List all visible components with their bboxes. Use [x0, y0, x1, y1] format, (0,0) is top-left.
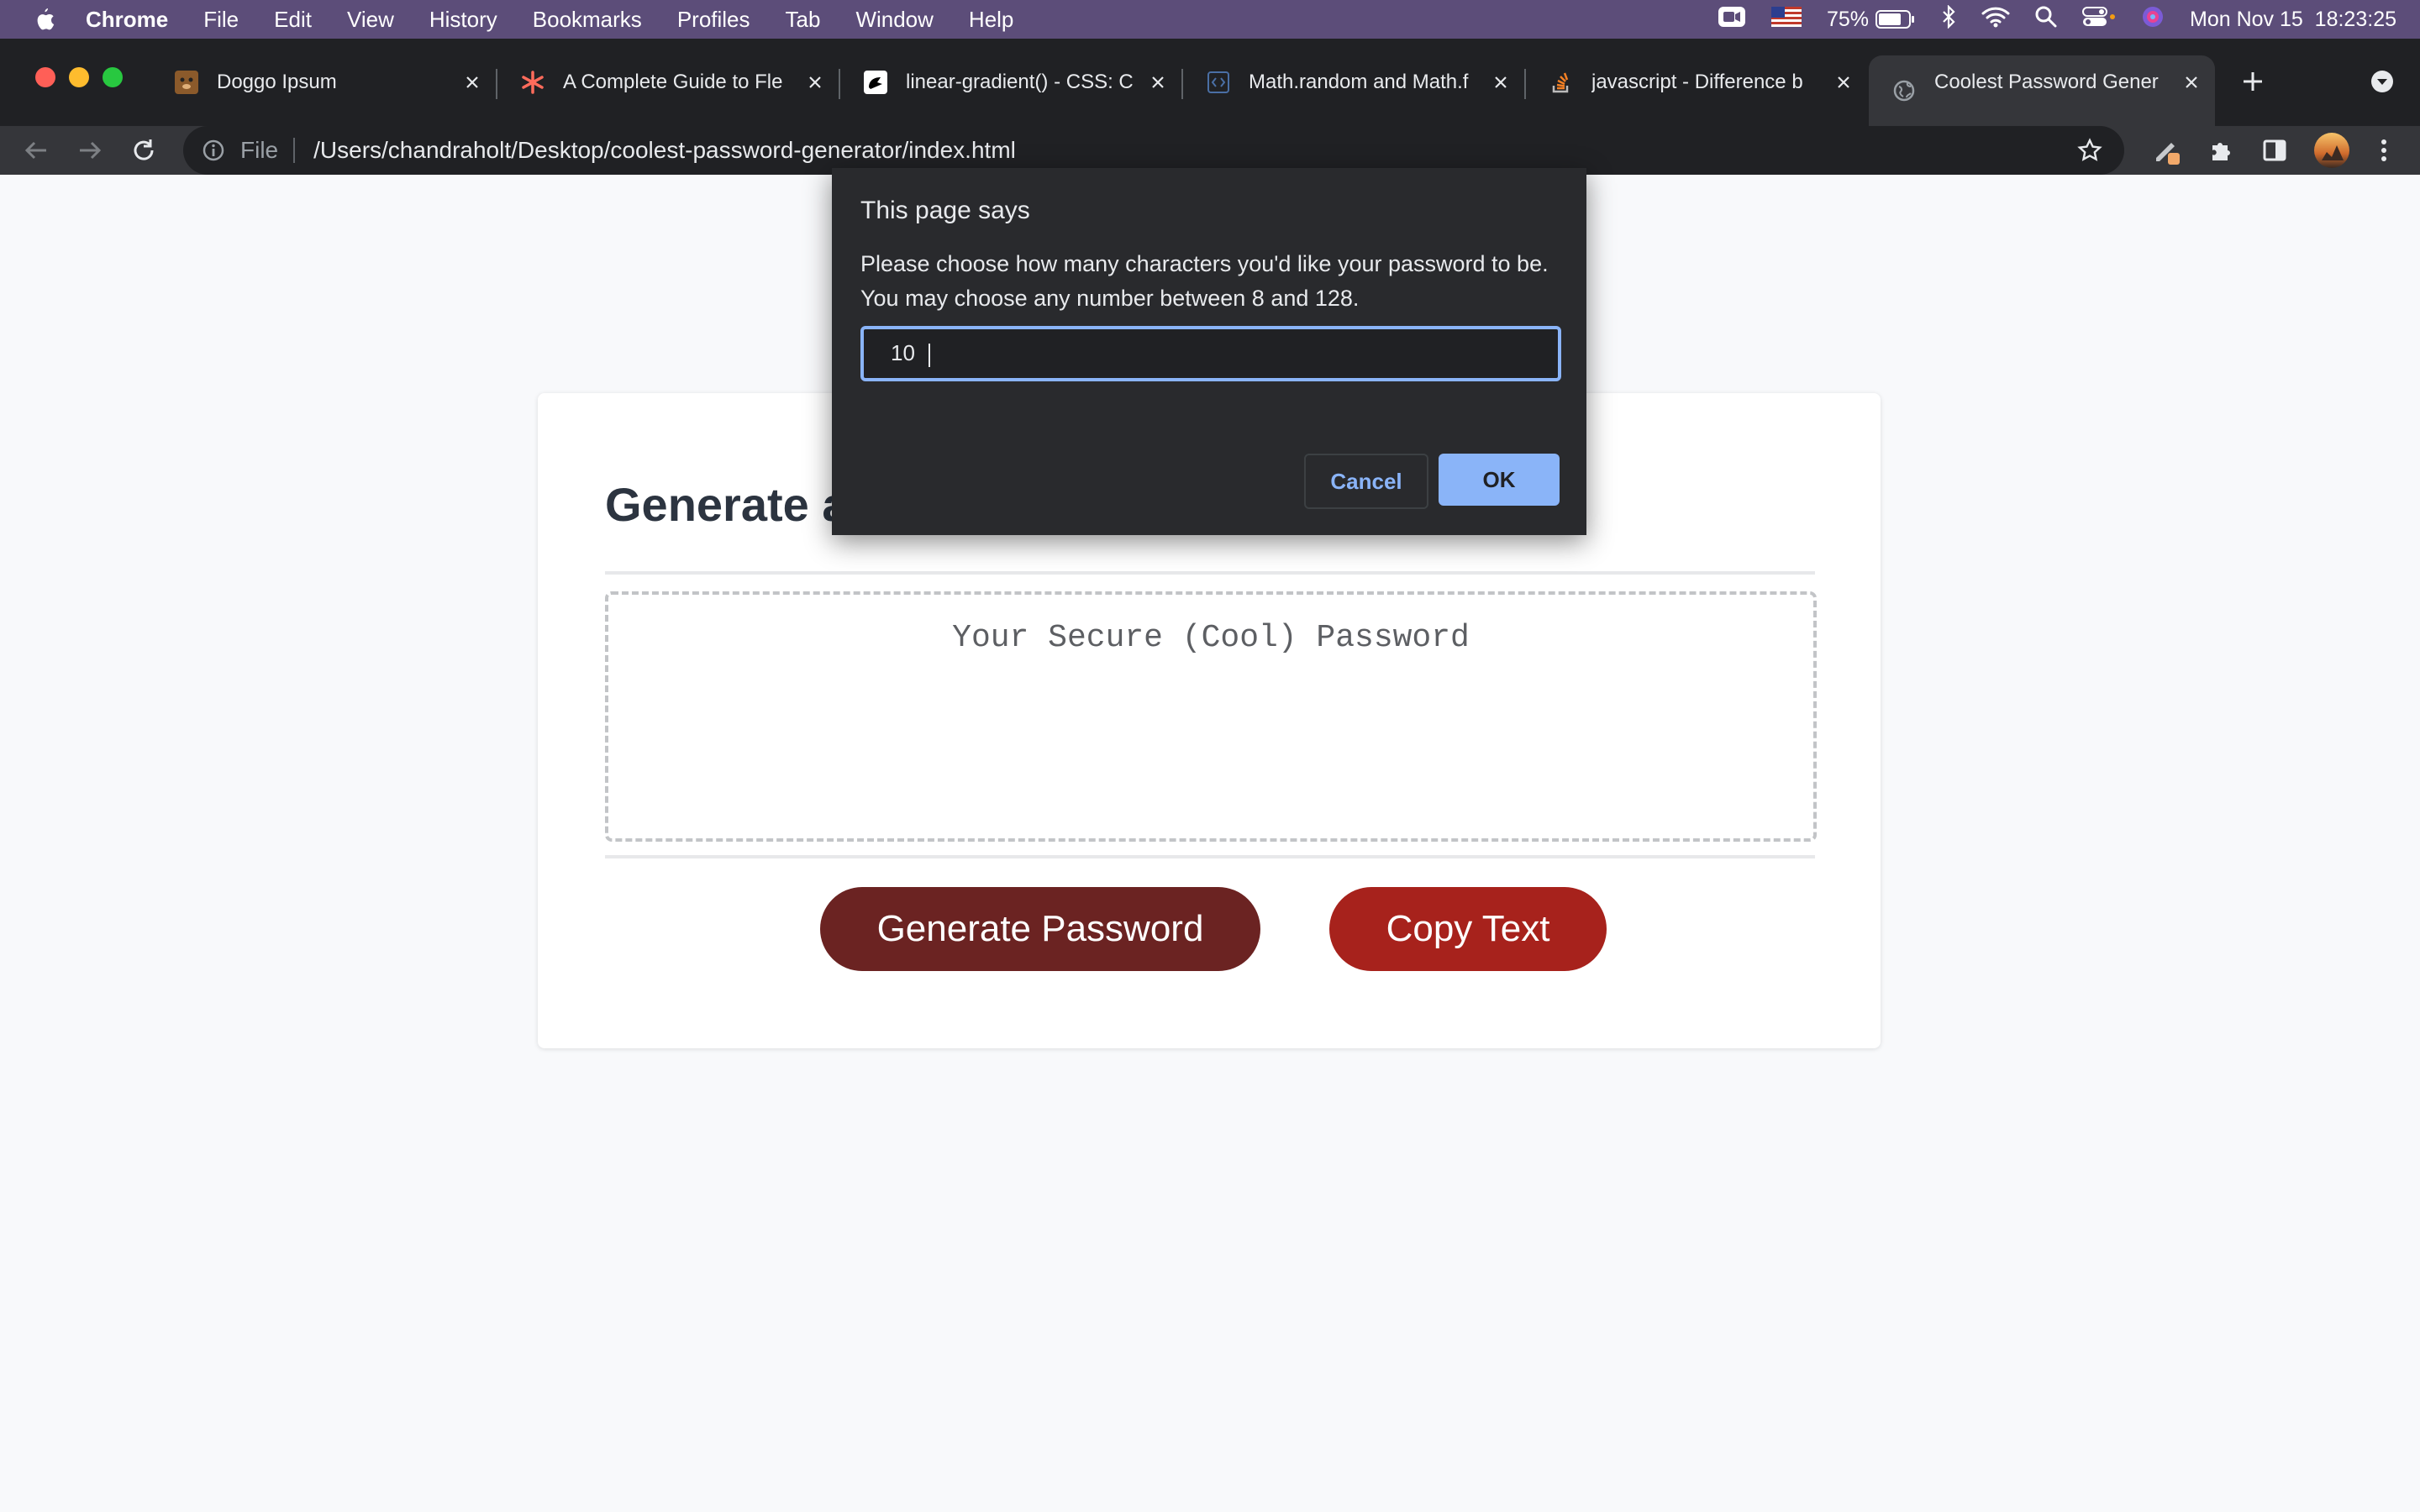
footer-divider: [605, 855, 1815, 858]
globe-favicon-icon: [1892, 79, 1916, 102]
tab-stackoverflow[interactable]: javascript - Difference b: [1526, 55, 1867, 109]
bluetooth-icon[interactable]: [1941, 3, 1956, 34]
close-tab-icon[interactable]: [2180, 71, 2203, 94]
dog-favicon-icon: [175, 71, 198, 94]
menu-history[interactable]: History: [429, 7, 497, 33]
code-favicon-icon: [1207, 71, 1230, 94]
back-icon[interactable]: [22, 136, 50, 165]
macos-menubar: Chrome File Edit View History Bookmarks …: [0, 0, 2420, 39]
wifi-icon[interactable]: [1981, 6, 2010, 34]
password-placeholder: Your Secure (Cool) Password: [952, 620, 1470, 656]
menu-edit[interactable]: Edit: [274, 7, 312, 33]
menu-file[interactable]: File: [203, 7, 239, 33]
profile-avatar[interactable]: [2312, 131, 2351, 170]
battery-percent: 75%: [1826, 7, 1869, 31]
menu-window[interactable]: Window: [855, 7, 933, 33]
chrome-menu-icon[interactable]: [2370, 136, 2398, 165]
menu-bookmarks[interactable]: Bookmarks: [533, 7, 642, 33]
tab-title: javascript - Difference b: [1591, 71, 1803, 93]
text-caret: [928, 343, 930, 367]
tab-title: Doggo Ipsum: [217, 71, 337, 93]
zoom-icon[interactable]: [1718, 5, 1746, 34]
dialog-title: This page says: [860, 197, 1030, 224]
dialog-input-field[interactable]: 10: [860, 326, 1561, 381]
dialog-input-value: 10: [891, 340, 915, 366]
clock[interactable]: Mon Nov 15 18:23:25: [2190, 8, 2396, 32]
menu-help[interactable]: Help: [969, 7, 1013, 33]
battery-icon: [1876, 10, 1914, 29]
copy-text-button[interactable]: Copy Text: [1329, 887, 1607, 971]
site-info-icon[interactable]: [202, 138, 227, 163]
stackoverflow-favicon-icon: [1549, 71, 1573, 94]
close-tab-icon[interactable]: [1146, 71, 1170, 94]
cancel-button[interactable]: Cancel: [1304, 454, 1428, 509]
prompt-dialog: This page says Please choose how many ch…: [832, 168, 1586, 535]
menu-chrome[interactable]: Chrome: [86, 7, 168, 33]
header-divider: [605, 571, 1815, 575]
tab-linear-gradient-mdn[interactable]: linear-gradient() - CSS: C: [840, 55, 1183, 109]
tab-title: A Complete Guide to Fle: [563, 71, 783, 93]
tab-title: Coolest Password Gener: [1934, 71, 2159, 93]
menu-profiles[interactable]: Profiles: [677, 7, 750, 33]
dialog-message: Please choose how many characters you'd …: [860, 251, 1549, 311]
url-text[interactable]: /Users/chandraholt/Desktop/coolest-passw…: [313, 137, 1016, 164]
tab-flexbox-guide[interactable]: A Complete Guide to Fle: [497, 55, 840, 109]
tab-title: linear-gradient() - CSS: C: [906, 71, 1134, 93]
ok-button[interactable]: OK: [1439, 454, 1560, 506]
us-flag-icon[interactable]: [1770, 6, 1802, 33]
apple-icon[interactable]: [32, 7, 57, 32]
extensions-puzzle-icon[interactable]: [2207, 136, 2235, 165]
tab-strip: Doggo Ipsum A Complete Guide to Fle line…: [0, 39, 2420, 126]
browser-chrome: Doggo Ipsum A Complete Guide to Fle line…: [0, 39, 2420, 175]
scheme-label: File: [240, 137, 279, 163]
menubar-status-area: 75% Mon Nov 15 18:23:25: [1718, 0, 2396, 39]
close-tab-icon[interactable]: [803, 71, 827, 94]
mdn-favicon-icon: [864, 71, 887, 94]
menu-tab[interactable]: Tab: [786, 7, 821, 33]
menu-view[interactable]: View: [347, 7, 394, 33]
spotlight-search-icon[interactable]: [2035, 6, 2057, 34]
tab-doggo-ipsum[interactable]: Doggo Ipsum: [151, 55, 497, 109]
minimize-window-button[interactable]: [69, 67, 89, 87]
battery-status[interactable]: 75%: [1827, 8, 1916, 32]
siri-icon[interactable]: [2141, 5, 2165, 34]
omnibox-divider: [293, 138, 296, 163]
new-tab-icon[interactable]: [2238, 67, 2267, 96]
asterisk-favicon-icon: [521, 71, 544, 94]
maximize-window-button[interactable]: [103, 67, 123, 87]
pen-extension-icon[interactable]: [2153, 136, 2181, 165]
tab-title: Math.random and Math.f: [1249, 71, 1469, 93]
close-tab-icon[interactable]: [1832, 71, 1855, 94]
bookmark-star-icon[interactable]: [2077, 138, 2102, 169]
close-tab-icon[interactable]: [460, 71, 484, 94]
forward-icon[interactable]: [76, 136, 104, 165]
password-output-box[interactable]: Your Secure (Cool) Password: [605, 591, 1817, 842]
page-heading: Generate a: [605, 478, 849, 531]
close-tab-icon[interactable]: [1489, 71, 1512, 94]
reload-icon[interactable]: [129, 136, 158, 165]
control-center-icon[interactable]: [2082, 6, 2116, 34]
close-window-button[interactable]: [35, 67, 55, 87]
tab-math-random[interactable]: Math.random and Math.f: [1183, 55, 1526, 109]
tab-coolest-password-generator[interactable]: Coolest Password Gener: [1869, 55, 2215, 126]
generate-password-button[interactable]: Generate Password: [820, 887, 1260, 971]
tab-search-icon[interactable]: [2368, 67, 2396, 96]
side-panel-icon[interactable]: [2260, 136, 2289, 165]
